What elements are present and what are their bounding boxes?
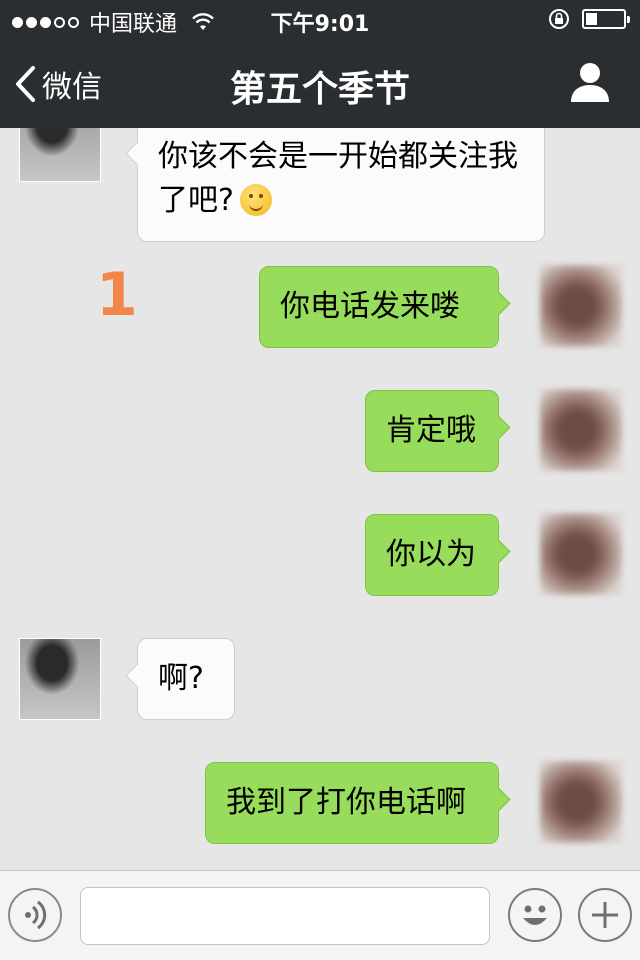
status-bar-right: [548, 8, 630, 30]
message-input[interactable]: [80, 887, 490, 945]
my-avatar[interactable]: [540, 389, 622, 471]
message-bubble-outgoing[interactable]: 你电话发来喽: [259, 266, 511, 348]
message-bubble-outgoing[interactable]: 你以为: [365, 514, 511, 596]
battery-level: [586, 13, 597, 25]
my-avatar[interactable]: [540, 513, 622, 595]
bubble-tail: [125, 141, 150, 166]
my-avatar[interactable]: [540, 761, 622, 843]
smirk-face-emoji-icon: [239, 184, 272, 216]
message-text: 肯定哦: [386, 413, 476, 448]
contact-avatar[interactable]: [19, 638, 101, 720]
bubble-tail: [486, 539, 511, 564]
my-avatar[interactable]: [540, 265, 622, 347]
status-bar: 中国联通 下午9:01: [0, 0, 640, 40]
plus-icon: [592, 902, 618, 928]
voice-input-button[interactable]: [8, 888, 62, 942]
bubble-tail: [486, 291, 511, 316]
message-text: 我到了打你电话啊: [226, 785, 466, 820]
chat-area[interactable]: 你该不会是一开始都关注我了吧? 1 你电话发来喽 肯定哦 你以为 啊? 我到了打…: [0, 128, 640, 870]
bubble-tail: [125, 663, 150, 688]
message-bubble-outgoing[interactable]: 我到了打你电话啊: [205, 762, 511, 844]
message-text: 啊?: [158, 661, 204, 696]
nav-bar: 微信 第五个季节: [0, 40, 640, 128]
message-text: 你该不会是一开始都关注我了吧?: [158, 139, 518, 218]
rotation-lock-icon: [549, 9, 569, 29]
annotation-marker: 1: [96, 260, 138, 330]
message-bubble-outgoing[interactable]: 肯定哦: [365, 390, 511, 472]
user-profile-icon[interactable]: [568, 60, 612, 104]
message-text: 你以为: [386, 537, 476, 572]
message-bubble-incoming[interactable]: 你该不会是一开始都关注我了吧?: [125, 128, 545, 242]
status-time: 下午9:01: [270, 12, 370, 37]
voice-wave-icon: [25, 900, 47, 930]
battery-icon: [582, 9, 630, 29]
smiley-face-icon: [523, 905, 547, 925]
message-text: 你电话发来喽: [280, 289, 460, 324]
input-bar: [0, 870, 640, 960]
more-options-button[interactable]: [578, 888, 632, 942]
emoji-button[interactable]: [508, 888, 562, 942]
message-bubble-incoming[interactable]: 啊?: [125, 638, 235, 720]
contact-avatar[interactable]: [19, 128, 101, 182]
bubble-tail: [486, 415, 511, 440]
bubble-tail: [486, 787, 511, 812]
page-title: 第五个季节: [229, 69, 410, 110]
